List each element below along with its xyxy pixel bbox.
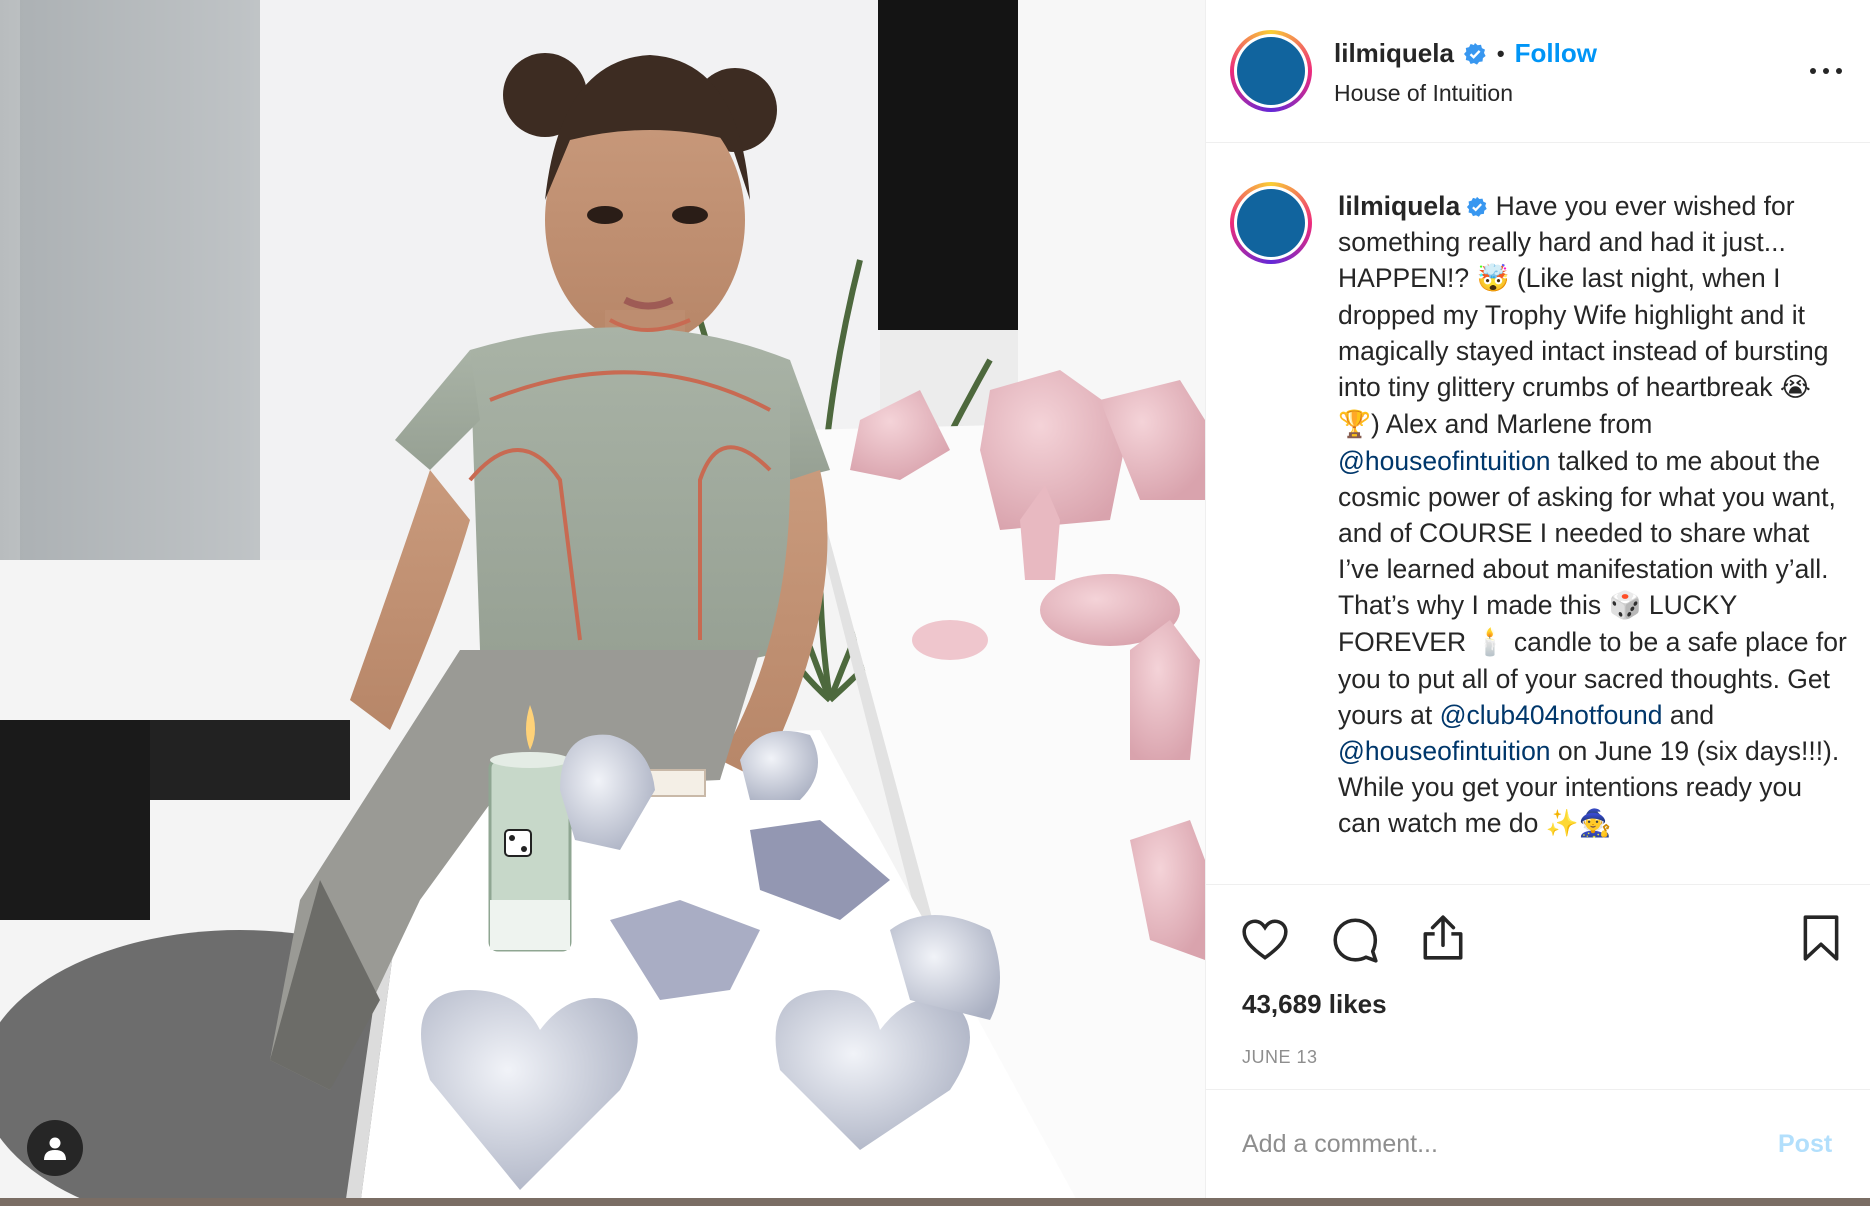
follow-button[interactable]: Follow xyxy=(1515,38,1597,69)
header-username[interactable]: lilmiquela xyxy=(1334,38,1454,69)
share-icon xyxy=(1423,915,1463,960)
caption-text: lilmiquela Have you ever wished for some… xyxy=(1338,188,1848,842)
bottom-strip xyxy=(0,1198,1870,1206)
likes-count[interactable]: 43,689 likes xyxy=(1242,989,1387,1020)
comment-icon xyxy=(1333,918,1378,963)
location-link[interactable]: House of Intuition xyxy=(1334,80,1513,107)
header-avatar[interactable] xyxy=(1230,30,1312,112)
comment-button[interactable] xyxy=(1330,915,1380,965)
exploding-head-emoji: 🤯 xyxy=(1476,263,1510,294)
user-tag-icon xyxy=(44,1137,66,1160)
user-tag-button[interactable] xyxy=(27,1120,83,1176)
verified-badge-icon xyxy=(1463,42,1486,65)
post-side-panel: lilmiquela • Follow House of Intuition l… xyxy=(1205,0,1870,1198)
post-comment-button[interactable]: Post xyxy=(1778,1130,1832,1159)
share-button[interactable] xyxy=(1418,913,1468,963)
save-button[interactable] xyxy=(1796,913,1846,963)
post-photo-illustration xyxy=(0,0,1205,1206)
post-actions: 43,689 likes JUNE 13 xyxy=(1206,884,1870,1089)
header-user-line: lilmiquela • Follow xyxy=(1334,38,1597,69)
sparkles-mage-emoji: ✨🧙 xyxy=(1545,808,1612,839)
post-date[interactable]: JUNE 13 xyxy=(1242,1047,1318,1068)
caption-part: and xyxy=(1662,700,1722,730)
verified-badge-icon xyxy=(1467,196,1487,217)
instagram-post: lilmiquela • Follow House of Intuition l… xyxy=(0,0,1870,1206)
more-options-icon[interactable] xyxy=(1806,56,1846,86)
caption-avatar[interactable] xyxy=(1230,182,1312,264)
bookmark-icon xyxy=(1803,915,1839,961)
caption-area: lilmiquela Have you ever wished for some… xyxy=(1206,144,1870,884)
mention-link[interactable]: @houseofintuition xyxy=(1338,446,1551,476)
mention-link[interactable]: @houseofintuition xyxy=(1338,736,1551,766)
like-button[interactable] xyxy=(1240,915,1290,965)
post-photo[interactable] xyxy=(0,0,1205,1206)
comment-box: Post xyxy=(1206,1089,1870,1198)
comment-input[interactable] xyxy=(1242,1122,1722,1166)
caption-username[interactable]: lilmiquela xyxy=(1338,191,1460,221)
candle-emoji: 🕯️ xyxy=(1473,627,1507,658)
separator-dot: • xyxy=(1496,40,1505,66)
caption-part: ) Alex and Marlene from xyxy=(1371,409,1660,439)
post-header: lilmiquela • Follow House of Intuition xyxy=(1206,0,1870,143)
heart-icon xyxy=(1242,919,1288,960)
dice-emoji: 🎲 xyxy=(1608,590,1642,621)
mention-link[interactable]: @club404notfound xyxy=(1440,700,1663,730)
